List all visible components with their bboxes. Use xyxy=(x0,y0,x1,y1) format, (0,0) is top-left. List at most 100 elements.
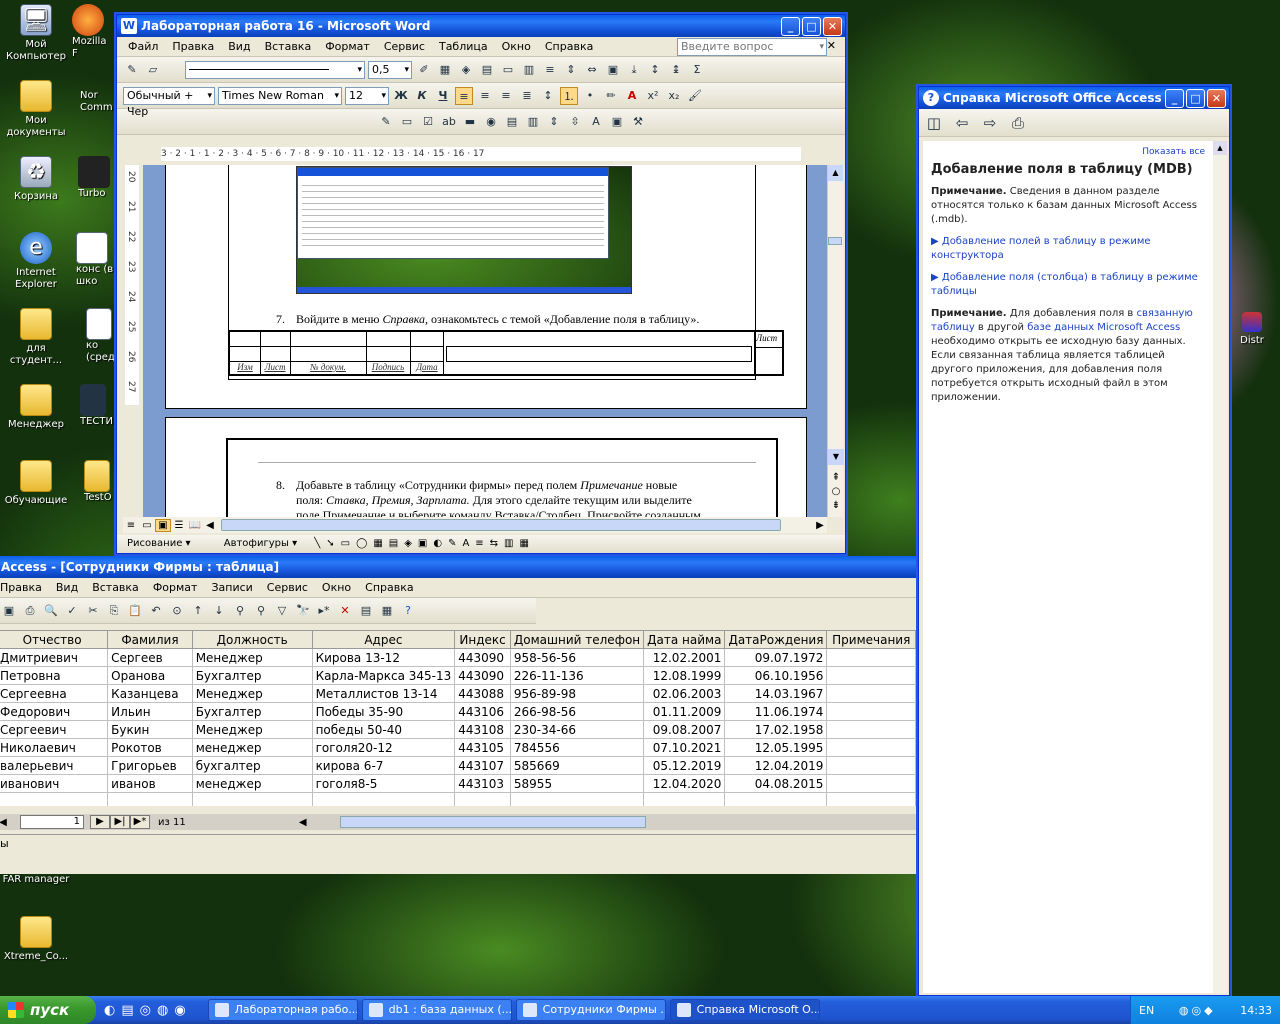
table-cell[interactable]: 01.11.2009 xyxy=(643,702,726,721)
table-cell[interactable]: Ильин xyxy=(107,702,193,721)
desktop-icon-recycle-bin[interactable]: ♻ Корзина xyxy=(0,156,72,203)
align-right-icon[interactable]: ≡ xyxy=(497,87,515,105)
table-cell[interactable]: 443107 xyxy=(454,756,511,775)
employees-table[interactable]: Отчество Фамилия Должность Адрес Индекс Домаш… xyxy=(0,630,916,806)
print-icon[interactable]: ⎙ xyxy=(1009,114,1027,132)
table-cell[interactable]: гоголя8-5 xyxy=(311,774,456,793)
show-all-link[interactable]: Показать все xyxy=(1142,147,1205,157)
desktop-icon-testi[interactable]: ТЕСТИ xyxy=(80,384,114,428)
highlight-icon[interactable]: ✏ xyxy=(602,87,620,105)
underline-icon[interactable]: Ч xyxy=(434,87,452,105)
table-cell[interactable]: 443090 xyxy=(454,648,511,667)
table-cell[interactable]: валерьевич xyxy=(0,756,109,775)
table-cell[interactable]: 09.08.2007 xyxy=(643,720,726,739)
sort-ascending-icon[interactable]: ↕ xyxy=(646,61,664,79)
spelling-icon[interactable]: ✓ xyxy=(63,602,81,620)
table-row[interactable]: Сергеевна Казанцева Менеджер Металлистов 13… xyxy=(0,684,916,703)
table-cell[interactable]: 443106 xyxy=(454,702,511,721)
hscroll-left-icon[interactable]: ◀ xyxy=(296,817,310,828)
split-cells-icon[interactable]: ▥ xyxy=(520,61,538,79)
table-cell[interactable]: 12.02.2001 xyxy=(643,648,726,667)
table-cell[interactable] xyxy=(826,684,916,703)
border-color-icon[interactable]: ✐ xyxy=(415,61,433,79)
table-cell[interactable]: Федорович xyxy=(0,702,109,721)
desktop-icon-testo[interactable]: TestO xyxy=(84,460,114,504)
scroll-left-icon[interactable]: ◀ xyxy=(203,520,217,531)
vertical-ruler[interactable]: 20 21 22 23 24 25 26 27 xyxy=(123,165,141,517)
menu-insert[interactable]: Вставка xyxy=(258,40,319,53)
hyperlink-icon[interactable]: ⊙ xyxy=(168,602,186,620)
table-cell[interactable] xyxy=(826,648,916,667)
menu-help[interactable]: Справка xyxy=(538,40,600,53)
bullets-icon[interactable]: • xyxy=(581,87,599,105)
draw-table-icon[interactable]: ✎ xyxy=(123,61,141,79)
table-cell[interactable]: 443108 xyxy=(454,720,511,739)
justify-icon[interactable]: ≣ xyxy=(518,87,536,105)
find-icon[interactable]: 🔭 xyxy=(294,602,312,620)
table-cell[interactable] xyxy=(826,720,916,739)
table-row[interactable]: Федорович Ильин Бухгалтер Победы 35-90 44310… xyxy=(0,702,916,721)
menu-edit[interactable]: Правка xyxy=(165,40,221,53)
form-image-icon[interactable]: ▣ xyxy=(608,113,626,131)
form-design-icon[interactable]: ✎ xyxy=(377,113,395,131)
table-cell[interactable]: 443103 xyxy=(454,774,511,793)
apply-filter-icon[interactable]: ▽ xyxy=(273,602,291,620)
outline-view-icon[interactable]: ☰ xyxy=(171,520,187,531)
table-cell[interactable]: кирова 6-7 xyxy=(311,756,456,775)
table-cell[interactable]: Николаевич xyxy=(0,738,109,757)
table-cell[interactable]: менеджер xyxy=(191,738,313,757)
task-employees[interactable]: Сотрудники Фирмы ... xyxy=(515,999,666,1021)
table-cell[interactable] xyxy=(826,756,916,775)
desktop-icon-ie[interactable]: e Internet Explorer xyxy=(0,232,72,291)
table-cell[interactable]: Бухгалтер xyxy=(191,702,313,721)
back-arrow-icon[interactable]: ⇦ xyxy=(953,114,971,132)
table-cell[interactable]: 443088 xyxy=(454,684,511,703)
copy-icon[interactable]: ⎘ xyxy=(105,602,123,620)
word-vscrollbar[interactable]: ▲ ▼ ⇞ ○ ⇟ xyxy=(827,165,844,517)
table-cell[interactable]: победы 50-40 xyxy=(311,720,456,739)
table-cell[interactable]: 12.04.2020 xyxy=(643,774,726,793)
preview-icon[interactable]: 🔍 xyxy=(42,602,60,620)
help-link-design-view[interactable]: ▶ Добавление полей в таблицу в режиме ко… xyxy=(931,235,1205,263)
minimize-button[interactable]: _ xyxy=(1165,89,1184,108)
new-record-icon[interactable]: ▸* xyxy=(315,602,333,620)
form-scroll-icon[interactable]: ⇳ xyxy=(566,113,584,131)
form-button-icon[interactable]: ▬ xyxy=(461,113,479,131)
menu-window[interactable]: Окно xyxy=(315,581,358,594)
desktop-icon-manager[interactable]: Менеджер xyxy=(0,384,72,431)
desktop-icon-far[interactable]: FAR manager xyxy=(0,874,72,886)
minimize-button[interactable]: _ xyxy=(781,17,800,36)
font-size-combo[interactable]: 12 xyxy=(345,86,389,105)
cut-icon[interactable]: ✂ xyxy=(84,602,102,620)
column-header[interactable]: Дата найма xyxy=(643,630,726,649)
table-cell[interactable]: 05.12.2019 xyxy=(643,756,726,775)
table-cell[interactable]: Кирова 13-12 xyxy=(311,648,456,667)
table-row[interactable]: Петровна Оранова Бухгалтер Карла-Маркса 345… xyxy=(0,666,916,685)
table-cell[interactable]: 956-89-98 xyxy=(509,684,645,703)
table-cell[interactable]: Дмитриевич xyxy=(0,648,109,667)
table-cell[interactable] xyxy=(826,792,916,806)
table-cell[interactable]: 11.06.1974 xyxy=(724,702,828,721)
help-vscrollbar[interactable]: ▲ xyxy=(1213,141,1227,993)
ask-question-box[interactable]: Введите вопрос xyxy=(677,38,827,56)
nav-last-icon[interactable]: ▶| xyxy=(110,815,130,829)
form-list-icon[interactable]: ▤ xyxy=(503,113,521,131)
close-button[interactable]: ✕ xyxy=(823,17,842,36)
table-cell[interactable] xyxy=(826,702,916,721)
column-header[interactable]: Должность xyxy=(191,630,313,649)
menu-tools[interactable]: Сервис xyxy=(377,40,432,53)
menu-file[interactable]: Файл xyxy=(121,40,165,53)
drawing-tools-icons[interactable]: ╲➘▭◯▦▤◈▣◐✎A≡⇆▥▦ xyxy=(314,538,535,549)
nav-prev-icon[interactable]: ◀ xyxy=(0,817,10,828)
drawing-menu[interactable]: Рисование ▾ xyxy=(127,538,191,549)
autoshapes-menu[interactable]: Автофигуры ▾ xyxy=(224,538,297,549)
table-cell[interactable]: Металлистов 13-14 xyxy=(311,684,456,703)
table-cell[interactable]: Рокотов xyxy=(107,738,193,757)
record-number[interactable]: 1 xyxy=(20,815,84,829)
scroll-up-icon[interactable]: ▲ xyxy=(828,165,843,181)
table-cell[interactable]: 17.02.1958 xyxy=(724,720,828,739)
menu-edit[interactable]: Правка xyxy=(0,581,49,594)
web-view-icon[interactable]: ▭ xyxy=(139,520,155,531)
eraser-icon[interactable]: ▱ xyxy=(144,61,162,79)
desktop-icon-my-computer[interactable]: 🖥 Мой Компьютер xyxy=(0,4,72,63)
